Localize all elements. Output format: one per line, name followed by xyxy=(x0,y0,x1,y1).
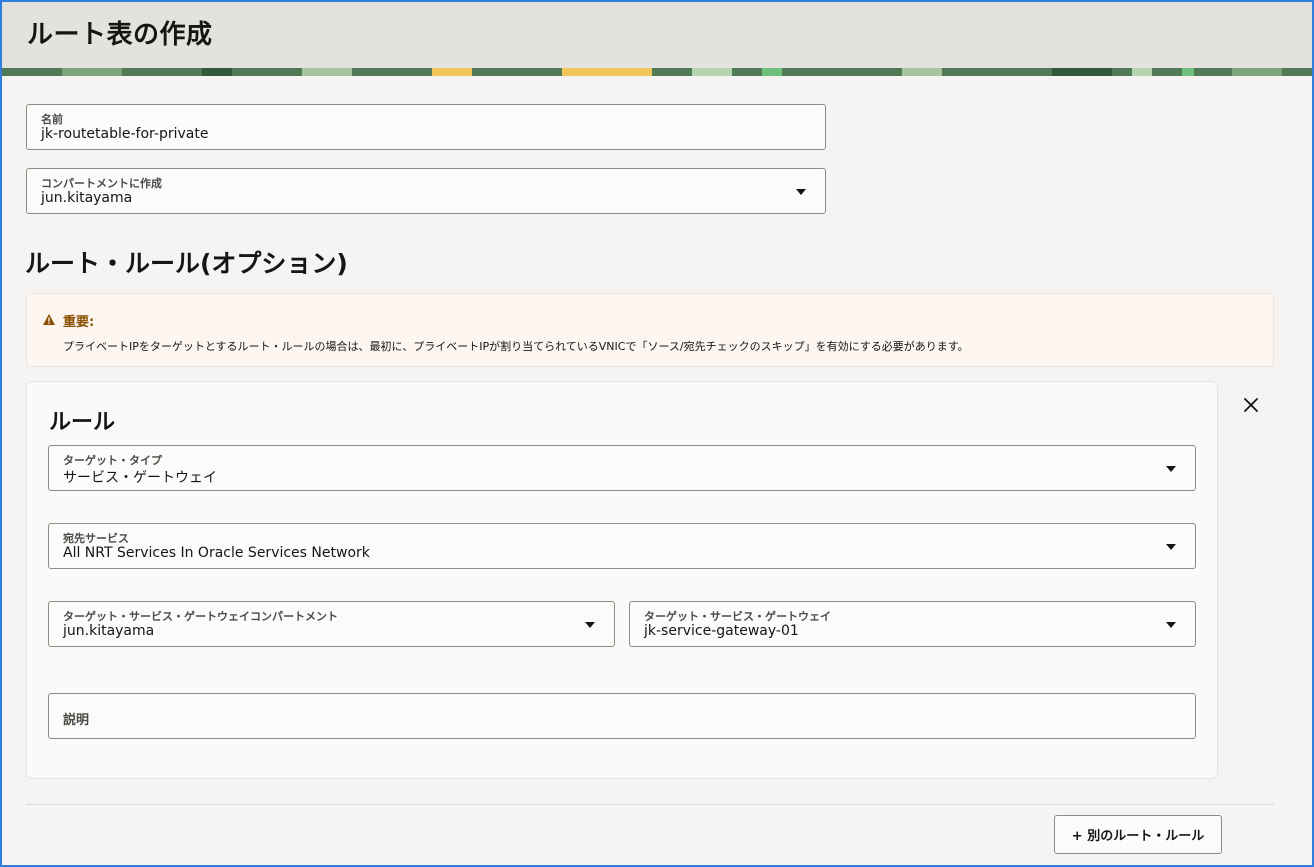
target-type-select[interactable]: ターゲット・タイプ サービス・ゲートウェイ xyxy=(48,445,1196,491)
description-field[interactable]: 説明 xyxy=(48,693,1196,739)
divider xyxy=(26,804,1274,805)
add-route-rule-button[interactable]: + 別のルート・ルール xyxy=(1054,815,1222,854)
decorative-banner xyxy=(2,68,1312,76)
target-gateway-compartment-value: jun.kitayama xyxy=(63,623,155,639)
target-gateway-compartment-select[interactable]: ターゲット・サービス・ゲートウェイコンパートメント jun.kitayama xyxy=(48,601,615,647)
destination-service-value: All NRT Services In Oracle Services Netw… xyxy=(63,545,370,561)
route-rules-title: ルート・ルール(オプション) xyxy=(25,249,348,278)
description-placeholder: 説明 xyxy=(63,713,90,728)
route-rule-card: ルール ターゲット・タイプ サービス・ゲートウェイ 宛先サービス All NRT… xyxy=(26,381,1218,779)
name-label: 名前 xyxy=(41,113,63,126)
name-field[interactable]: 名前 jk-routetable-for-private xyxy=(26,104,826,150)
target-gateway-label: ターゲット・サービス・ゲートウェイ xyxy=(644,610,831,623)
page-header: ルート表の作成 xyxy=(2,2,1312,68)
rule-title: ルール xyxy=(49,410,116,435)
chevron-down-icon xyxy=(1166,466,1176,472)
close-rule-button[interactable] xyxy=(1238,392,1264,418)
chevron-down-icon xyxy=(585,622,595,628)
close-icon xyxy=(1244,398,1258,412)
chevron-down-icon xyxy=(1166,622,1176,628)
notice-title: 重要: xyxy=(63,315,95,330)
page-title: ルート表の作成 xyxy=(27,20,213,50)
target-type-label: ターゲット・タイプ xyxy=(63,454,162,467)
important-notice: 重要: プライベートIPをターゲットとするルート・ルールの場合は、最初に、プライ… xyxy=(26,293,1274,367)
warning-icon xyxy=(43,314,55,325)
notice-text: プライベートIPをターゲットとするルート・ルールの場合は、最初に、プライベートI… xyxy=(63,340,969,353)
target-type-value: サービス・ゲートウェイ xyxy=(63,470,217,486)
name-input[interactable]: jk-routetable-for-private xyxy=(41,126,208,142)
target-gateway-compartment-label: ターゲット・サービス・ゲートウェイコンパートメント xyxy=(63,610,338,623)
destination-service-select[interactable]: 宛先サービス All NRT Services In Oracle Servic… xyxy=(48,523,1196,569)
chevron-down-icon xyxy=(1166,544,1176,550)
target-gateway-value: jk-service-gateway-01 xyxy=(644,623,799,639)
target-gateway-select[interactable]: ターゲット・サービス・ゲートウェイ jk-service-gateway-01 xyxy=(629,601,1196,647)
chevron-down-icon xyxy=(796,189,806,195)
compartment-value: jun.kitayama xyxy=(41,190,133,206)
compartment-select[interactable]: コンパートメントに作成 jun.kitayama xyxy=(26,168,826,214)
destination-service-label: 宛先サービス xyxy=(63,532,129,545)
compartment-label: コンパートメントに作成 xyxy=(41,177,162,190)
